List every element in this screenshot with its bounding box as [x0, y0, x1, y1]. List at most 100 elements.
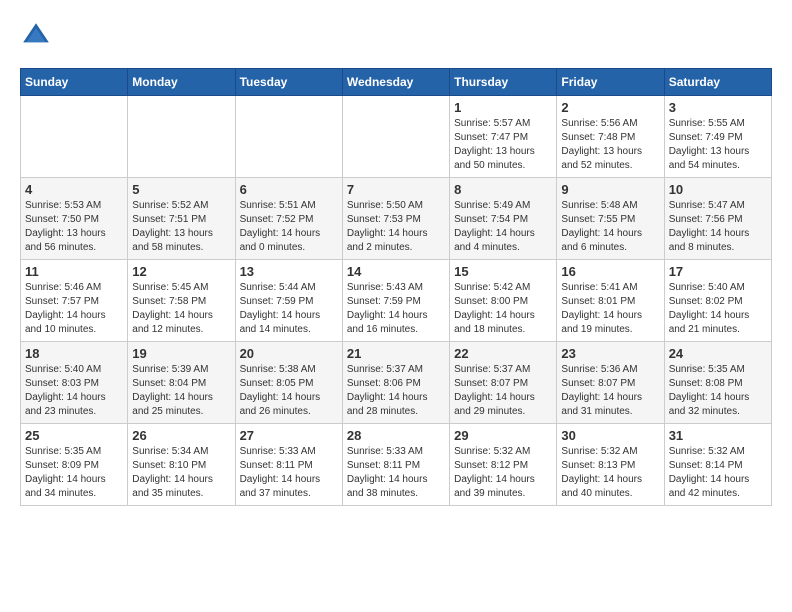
calendar-cell: 1 Sunrise: 5:57 AM Sunset: 7:47 PM Daylig…	[450, 96, 557, 178]
calendar-week-row: 11Sunrise: 5:46 AM Sunset: 7:57 PM Dayli…	[21, 260, 772, 342]
day-number: 16	[561, 264, 659, 279]
day-number: 13	[240, 264, 338, 279]
calendar-cell: 19 Sunrise: 5:39 AM Sunset: 8:04 PM Dayli…	[128, 342, 235, 424]
day-number: 5	[132, 182, 230, 197]
day-number: 21	[347, 346, 445, 361]
logo-icon	[20, 20, 52, 52]
day-info: Sunrise: 5:40 AM Sunset: 8:02 PM Dayligh…	[669, 281, 767, 337]
day-info: Sunrise: 5:53 AM Sunset: 7:50 PM Dayligh…	[25, 199, 123, 255]
day-info: Sunrise: 5:56 AM Sunset: 7:48 PM Dayligh…	[561, 117, 659, 173]
calendar-header-row: SundayMondayTuesdayWednesdayThursdayFrid…	[21, 69, 772, 96]
day-number: 22	[454, 346, 552, 361]
calendar-table: SundayMondayTuesdayWednesdayThursdayFrid…	[20, 68, 772, 506]
day-number: 2	[561, 100, 659, 115]
day-number: 4	[25, 182, 123, 197]
day-number: 25	[25, 428, 123, 443]
day-info: Sunrise: 5:48 AM Sunset: 7:55 PM Dayligh…	[561, 199, 659, 255]
day-number: 24	[669, 346, 767, 361]
calendar-cell	[342, 96, 449, 178]
calendar-cell: 30 Sunrise: 5:32 AM Sunset: 8:13 PM Dayli…	[557, 424, 664, 506]
day-info: Sunrise: 5:35 AM Sunset: 8:09 PM Dayligh…	[25, 445, 123, 501]
calendar-cell: 16 Sunrise: 5:41 AM Sunset: 8:01 PM Dayli…	[557, 260, 664, 342]
calendar-cell: 3 Sunrise: 5:55 AM Sunset: 7:49 PM Daylig…	[664, 96, 771, 178]
day-info: Sunrise: 5:51 AM Sunset: 7:52 PM Dayligh…	[240, 199, 338, 255]
weekday-header: Monday	[128, 69, 235, 96]
day-info: Sunrise: 5:38 AM Sunset: 8:05 PM Dayligh…	[240, 363, 338, 419]
calendar-cell: 17 Sunrise: 5:40 AM Sunset: 8:02 PM Dayli…	[664, 260, 771, 342]
calendar-cell: 26 Sunrise: 5:34 AM Sunset: 8:10 PM Dayli…	[128, 424, 235, 506]
calendar-cell: 13 Sunrise: 5:44 AM Sunset: 7:59 PM Dayli…	[235, 260, 342, 342]
calendar-cell: 2 Sunrise: 5:56 AM Sunset: 7:48 PM Daylig…	[557, 96, 664, 178]
weekday-header: Thursday	[450, 69, 557, 96]
day-number: 19	[132, 346, 230, 361]
day-info: Sunrise: 5:41 AM Sunset: 8:01 PM Dayligh…	[561, 281, 659, 337]
calendar-cell: 27Sunrise: 5:33 AM Sunset: 8:11 PM Dayli…	[235, 424, 342, 506]
day-info: Sunrise: 5:57 AM Sunset: 7:47 PM Dayligh…	[454, 117, 552, 173]
day-info: Sunrise: 5:50 AM Sunset: 7:53 PM Dayligh…	[347, 199, 445, 255]
weekday-header: Tuesday	[235, 69, 342, 96]
calendar-week-row: 1 Sunrise: 5:57 AM Sunset: 7:47 PM Daylig…	[21, 96, 772, 178]
calendar-cell: 6 Sunrise: 5:51 AM Sunset: 7:52 PM Daylig…	[235, 178, 342, 260]
day-info: Sunrise: 5:39 AM Sunset: 8:04 PM Dayligh…	[132, 363, 230, 419]
weekday-header: Saturday	[664, 69, 771, 96]
day-number: 20	[240, 346, 338, 361]
day-info: Sunrise: 5:33 AM Sunset: 8:11 PM Dayligh…	[240, 445, 338, 501]
day-number: 31	[669, 428, 767, 443]
day-info: Sunrise: 5:46 AM Sunset: 7:57 PM Dayligh…	[25, 281, 123, 337]
calendar-cell	[21, 96, 128, 178]
calendar-cell: 28Sunrise: 5:33 AM Sunset: 8:11 PM Dayli…	[342, 424, 449, 506]
day-info: Sunrise: 5:36 AM Sunset: 8:07 PM Dayligh…	[561, 363, 659, 419]
calendar-cell: 18 Sunrise: 5:40 AM Sunset: 8:03 PM Dayli…	[21, 342, 128, 424]
weekday-header: Wednesday	[342, 69, 449, 96]
day-number: 29	[454, 428, 552, 443]
calendar-cell: 11Sunrise: 5:46 AM Sunset: 7:57 PM Dayli…	[21, 260, 128, 342]
calendar-cell: 4 Sunrise: 5:53 AM Sunset: 7:50 PM Daylig…	[21, 178, 128, 260]
day-number: 7	[347, 182, 445, 197]
calendar-cell: 21 Sunrise: 5:37 AM Sunset: 8:06 PM Dayli…	[342, 342, 449, 424]
calendar-cell: 15 Sunrise: 5:42 AM Sunset: 8:00 PM Dayli…	[450, 260, 557, 342]
logo	[20, 20, 56, 52]
day-number: 6	[240, 182, 338, 197]
calendar-cell: 8Sunrise: 5:49 AM Sunset: 7:54 PM Daylig…	[450, 178, 557, 260]
calendar-cell: 14Sunrise: 5:43 AM Sunset: 7:59 PM Dayli…	[342, 260, 449, 342]
day-number: 1	[454, 100, 552, 115]
calendar-cell: 24 Sunrise: 5:35 AM Sunset: 8:08 PM Dayli…	[664, 342, 771, 424]
calendar-cell: 25 Sunrise: 5:35 AM Sunset: 8:09 PM Dayli…	[21, 424, 128, 506]
day-info: Sunrise: 5:37 AM Sunset: 8:06 PM Dayligh…	[347, 363, 445, 419]
day-info: Sunrise: 5:35 AM Sunset: 8:08 PM Dayligh…	[669, 363, 767, 419]
day-number: 3	[669, 100, 767, 115]
day-number: 15	[454, 264, 552, 279]
day-number: 28	[347, 428, 445, 443]
day-number: 17	[669, 264, 767, 279]
day-info: Sunrise: 5:32 AM Sunset: 8:14 PM Dayligh…	[669, 445, 767, 501]
day-number: 30	[561, 428, 659, 443]
day-number: 14	[347, 264, 445, 279]
calendar-week-row: 25 Sunrise: 5:35 AM Sunset: 8:09 PM Dayli…	[21, 424, 772, 506]
calendar-cell: 31 Sunrise: 5:32 AM Sunset: 8:14 PM Dayli…	[664, 424, 771, 506]
calendar-cell	[128, 96, 235, 178]
day-info: Sunrise: 5:47 AM Sunset: 7:56 PM Dayligh…	[669, 199, 767, 255]
day-info: Sunrise: 5:42 AM Sunset: 8:00 PM Dayligh…	[454, 281, 552, 337]
calendar-cell: 12 Sunrise: 5:45 AM Sunset: 7:58 PM Dayli…	[128, 260, 235, 342]
calendar-cell: 23Sunrise: 5:36 AM Sunset: 8:07 PM Dayli…	[557, 342, 664, 424]
day-info: Sunrise: 5:40 AM Sunset: 8:03 PM Dayligh…	[25, 363, 123, 419]
day-info: Sunrise: 5:32 AM Sunset: 8:13 PM Dayligh…	[561, 445, 659, 501]
day-number: 18	[25, 346, 123, 361]
weekday-header: Sunday	[21, 69, 128, 96]
day-info: Sunrise: 5:34 AM Sunset: 8:10 PM Dayligh…	[132, 445, 230, 501]
page-header	[20, 20, 772, 52]
day-number: 10	[669, 182, 767, 197]
day-number: 26	[132, 428, 230, 443]
day-info: Sunrise: 5:45 AM Sunset: 7:58 PM Dayligh…	[132, 281, 230, 337]
day-number: 8	[454, 182, 552, 197]
calendar-cell: 5Sunrise: 5:52 AM Sunset: 7:51 PM Daylig…	[128, 178, 235, 260]
calendar-cell	[235, 96, 342, 178]
calendar-cell: 9 Sunrise: 5:48 AM Sunset: 7:55 PM Daylig…	[557, 178, 664, 260]
day-number: 12	[132, 264, 230, 279]
calendar-cell: 29Sunrise: 5:32 AM Sunset: 8:12 PM Dayli…	[450, 424, 557, 506]
day-info: Sunrise: 5:44 AM Sunset: 7:59 PM Dayligh…	[240, 281, 338, 337]
calendar-cell: 10 Sunrise: 5:47 AM Sunset: 7:56 PM Dayli…	[664, 178, 771, 260]
day-number: 9	[561, 182, 659, 197]
day-info: Sunrise: 5:55 AM Sunset: 7:49 PM Dayligh…	[669, 117, 767, 173]
calendar-week-row: 4 Sunrise: 5:53 AM Sunset: 7:50 PM Daylig…	[21, 178, 772, 260]
